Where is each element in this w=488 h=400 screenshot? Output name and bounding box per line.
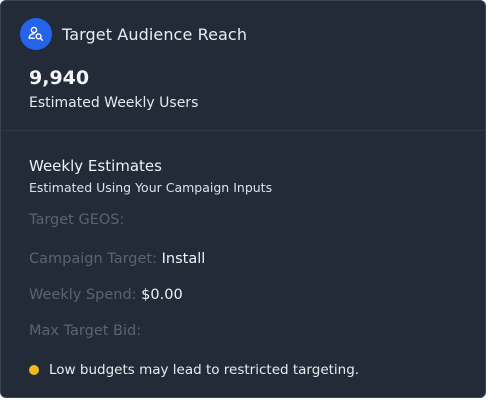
estimates-title: Weekly Estimates bbox=[29, 157, 162, 175]
campaign-target-label: Campaign Target: bbox=[29, 251, 158, 267]
target-geos-row: Target GEOS: bbox=[29, 212, 124, 228]
weekly-spend-row: Weekly Spend: $0.00 bbox=[29, 287, 183, 303]
audience-search-icon bbox=[20, 18, 52, 50]
weekly-spend-value: $0.00 bbox=[141, 287, 183, 303]
reach-label: Estimated Weekly Users bbox=[29, 95, 199, 111]
budget-warning-text: Low budgets may lead to restricted targe… bbox=[49, 362, 360, 378]
divider bbox=[1, 130, 485, 131]
card-title: Target Audience Reach bbox=[62, 24, 248, 44]
card-header: Target Audience Reach bbox=[20, 18, 247, 50]
campaign-target-value: Install bbox=[161, 251, 206, 267]
audience-reach-card: Target Audience Reach 9,940 Estimated We… bbox=[0, 0, 486, 398]
weekly-spend-label: Weekly Spend: bbox=[29, 287, 137, 303]
max-target-bid-label: Max Target Bid: bbox=[29, 323, 142, 339]
budget-warning: Low budgets may lead to restricted targe… bbox=[29, 362, 359, 378]
target-geos-label: Target GEOS: bbox=[29, 212, 125, 228]
max-target-bid-row: Max Target Bid: bbox=[29, 323, 141, 339]
estimates-subtitle: Estimated Using Your Campaign Inputs bbox=[29, 180, 273, 195]
campaign-target-row: Campaign Target: Install bbox=[29, 251, 205, 267]
warning-dot-icon bbox=[29, 365, 39, 375]
reach-value: 9,940 bbox=[29, 67, 90, 89]
